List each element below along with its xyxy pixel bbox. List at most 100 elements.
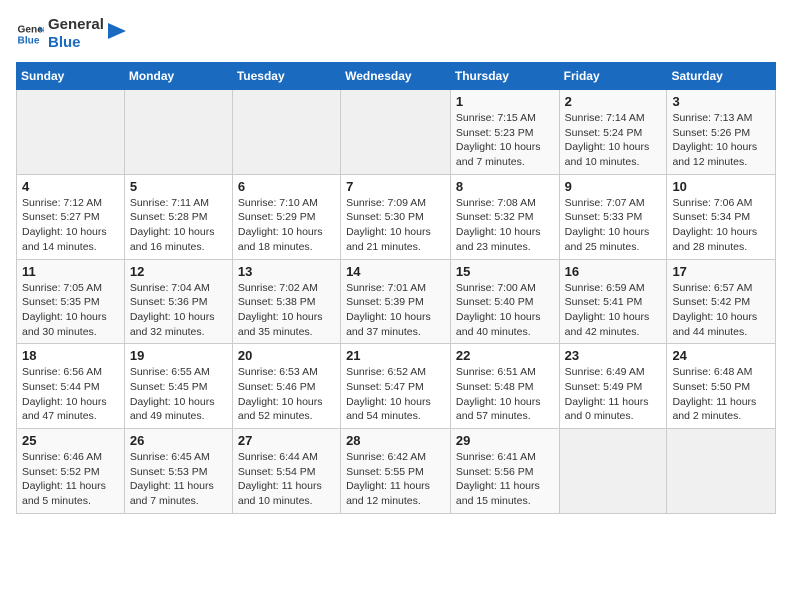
day-number: 6 [238, 179, 335, 194]
logo-flag-icon [108, 23, 126, 45]
day-number: 26 [130, 433, 227, 448]
calendar-cell: 23Sunrise: 6:49 AMSunset: 5:49 PMDayligh… [559, 344, 667, 429]
day-info: Sunrise: 7:09 AMSunset: 5:30 PMDaylight:… [346, 196, 445, 255]
calendar-cell: 4Sunrise: 7:12 AMSunset: 5:27 PMDaylight… [17, 174, 125, 259]
logo-general: General [48, 16, 104, 34]
logo-blue: Blue [48, 34, 104, 52]
calendar-cell [341, 90, 451, 175]
calendar-cell: 1 Sunrise: 7:15 AMSunset: 5:23 PMDaylight… [450, 90, 559, 175]
calendar-cell: 2 Sunrise: 7:14 AMSunset: 5:24 PMDaylight… [559, 90, 667, 175]
calendar-cell: 6 Sunrise: 7:10 AMSunset: 5:29 PMDaylight… [232, 174, 340, 259]
calendar-cell: 9 Sunrise: 7:07 AMSunset: 5:33 PMDaylight… [559, 174, 667, 259]
day-info: Sunrise: 6:51 AMSunset: 5:48 PMDaylight:… [456, 365, 554, 424]
day-info: Sunrise: 7:01 AMSunset: 5:39 PMDaylight:… [346, 281, 445, 340]
calendar-cell: 26 Sunrise: 6:45 AMSunset: 5:53 PMDayligh… [124, 429, 232, 514]
day-number: 13 [238, 264, 335, 279]
day-number: 8 [456, 179, 554, 194]
calendar-cell: 27 Sunrise: 6:44 AMSunset: 5:54 PMDayligh… [232, 429, 340, 514]
calendar-cell: 7 Sunrise: 7:09 AMSunset: 5:30 PMDaylight… [341, 174, 451, 259]
weekday-header-row: SundayMondayTuesdayWednesdayThursdayFrid… [17, 63, 776, 90]
day-number: 22 [456, 348, 554, 363]
day-info: Sunrise: 6:44 AMSunset: 5:54 PMDaylight:… [238, 450, 335, 509]
svg-text:Blue: Blue [18, 35, 40, 46]
day-info: Sunrise: 6:46 AMSunset: 5:52 PMDaylight:… [22, 450, 119, 509]
day-info: Sunrise: 6:57 AMSunset: 5:42 PMDaylight:… [672, 281, 770, 340]
day-info: Sunrise: 6:52 AMSunset: 5:47 PMDaylight:… [346, 365, 445, 424]
day-number: 16 [565, 264, 662, 279]
calendar-cell: 3 Sunrise: 7:13 AMSunset: 5:26 PMDaylight… [667, 90, 776, 175]
calendar-cell: 22 Sunrise: 6:51 AMSunset: 5:48 PMDayligh… [450, 344, 559, 429]
calendar-cell [667, 429, 776, 514]
calendar-week-row: 1 Sunrise: 7:15 AMSunset: 5:23 PMDaylight… [17, 90, 776, 175]
calendar-cell: 15 Sunrise: 7:00 AMSunset: 5:40 PMDayligh… [450, 259, 559, 344]
day-number: 19 [130, 348, 227, 363]
logo: General Blue General Blue [16, 16, 126, 52]
page-header: General Blue General Blue [16, 16, 776, 52]
day-info: Sunrise: 6:53 AMSunset: 5:46 PMDaylight:… [238, 365, 335, 424]
weekday-header-wednesday: Wednesday [341, 63, 451, 90]
calendar-cell: 5 Sunrise: 7:11 AMSunset: 5:28 PMDaylight… [124, 174, 232, 259]
calendar-cell: 25 Sunrise: 6:46 AMSunset: 5:52 PMDayligh… [17, 429, 125, 514]
day-number: 7 [346, 179, 445, 194]
day-info: Sunrise: 7:07 AMSunset: 5:33 PMDaylight:… [565, 196, 662, 255]
day-info: Sunrise: 6:59 AMSunset: 5:41 PMDaylight:… [565, 281, 662, 340]
day-number: 15 [456, 264, 554, 279]
weekday-header-thursday: Thursday [450, 63, 559, 90]
day-number: 28 [346, 433, 445, 448]
day-info: Sunrise: 6:55 AMSunset: 5:45 PMDaylight:… [130, 365, 227, 424]
calendar-cell: 14 Sunrise: 7:01 AMSunset: 5:39 PMDayligh… [341, 259, 451, 344]
calendar-cell: 24 Sunrise: 6:48 AMSunset: 5:50 PMDayligh… [667, 344, 776, 429]
day-number: 29 [456, 433, 554, 448]
day-number: 5 [130, 179, 227, 194]
day-number: 10 [672, 179, 770, 194]
day-info: Sunrise: 7:02 AMSunset: 5:38 PMDaylight:… [238, 281, 335, 340]
calendar-cell: 13 Sunrise: 7:02 AMSunset: 5:38 PMDayligh… [232, 259, 340, 344]
day-info: Sunrise: 6:48 AMSunset: 5:50 PMDaylight:… [672, 365, 770, 424]
calendar-cell [232, 90, 340, 175]
day-info: Sunrise: 7:15 AMSunset: 5:23 PMDaylight:… [456, 111, 554, 170]
day-number: 21 [346, 348, 445, 363]
day-number: 17 [672, 264, 770, 279]
calendar-week-row: 18 Sunrise: 6:56 AMSunset: 5:44 PMDayligh… [17, 344, 776, 429]
day-info: Sunrise: 7:05 AMSunset: 5:35 PMDaylight:… [22, 281, 119, 340]
calendar-cell: 11 Sunrise: 7:05 AMSunset: 5:35 PMDayligh… [17, 259, 125, 344]
calendar-week-row: 11 Sunrise: 7:05 AMSunset: 5:35 PMDayligh… [17, 259, 776, 344]
day-number: 1 [456, 94, 554, 109]
calendar-cell: 12Sunrise: 7:04 AMSunset: 5:36 PMDayligh… [124, 259, 232, 344]
day-number: 12 [130, 264, 227, 279]
calendar-cell: 10 Sunrise: 7:06 AMSunset: 5:34 PMDayligh… [667, 174, 776, 259]
day-number: 24 [672, 348, 770, 363]
day-info: Sunrise: 6:41 AMSunset: 5:56 PMDaylight:… [456, 450, 554, 509]
weekday-header-friday: Friday [559, 63, 667, 90]
calendar-cell: 16 Sunrise: 6:59 AMSunset: 5:41 PMDayligh… [559, 259, 667, 344]
day-info: Sunrise: 6:45 AMSunset: 5:53 PMDaylight:… [130, 450, 227, 509]
calendar-table: SundayMondayTuesdayWednesdayThursdayFrid… [16, 62, 776, 514]
weekday-header-sunday: Sunday [17, 63, 125, 90]
day-info: Sunrise: 7:12 AMSunset: 5:27 PMDaylight:… [22, 196, 119, 255]
day-number: 20 [238, 348, 335, 363]
day-number: 25 [22, 433, 119, 448]
calendar-cell [559, 429, 667, 514]
day-info: Sunrise: 7:10 AMSunset: 5:29 PMDaylight:… [238, 196, 335, 255]
day-number: 9 [565, 179, 662, 194]
day-info: Sunrise: 7:13 AMSunset: 5:26 PMDaylight:… [672, 111, 770, 170]
day-info: Sunrise: 7:06 AMSunset: 5:34 PMDaylight:… [672, 196, 770, 255]
day-number: 14 [346, 264, 445, 279]
day-info: Sunrise: 7:08 AMSunset: 5:32 PMDaylight:… [456, 196, 554, 255]
day-number: 2 [565, 94, 662, 109]
day-info: Sunrise: 7:00 AMSunset: 5:40 PMDaylight:… [456, 281, 554, 340]
day-info: Sunrise: 6:42 AMSunset: 5:55 PMDaylight:… [346, 450, 445, 509]
calendar-cell [124, 90, 232, 175]
day-number: 27 [238, 433, 335, 448]
day-info: Sunrise: 6:56 AMSunset: 5:44 PMDaylight:… [22, 365, 119, 424]
day-number: 18 [22, 348, 119, 363]
calendar-week-row: 25 Sunrise: 6:46 AMSunset: 5:52 PMDayligh… [17, 429, 776, 514]
calendar-cell: 17 Sunrise: 6:57 AMSunset: 5:42 PMDayligh… [667, 259, 776, 344]
day-info: Sunrise: 7:14 AMSunset: 5:24 PMDaylight:… [565, 111, 662, 170]
day-info: Sunrise: 7:11 AMSunset: 5:28 PMDaylight:… [130, 196, 227, 255]
day-number: 11 [22, 264, 119, 279]
day-number: 3 [672, 94, 770, 109]
weekday-header-saturday: Saturday [667, 63, 776, 90]
calendar-cell: 19 Sunrise: 6:55 AMSunset: 5:45 PMDayligh… [124, 344, 232, 429]
day-number: 23 [565, 348, 662, 363]
